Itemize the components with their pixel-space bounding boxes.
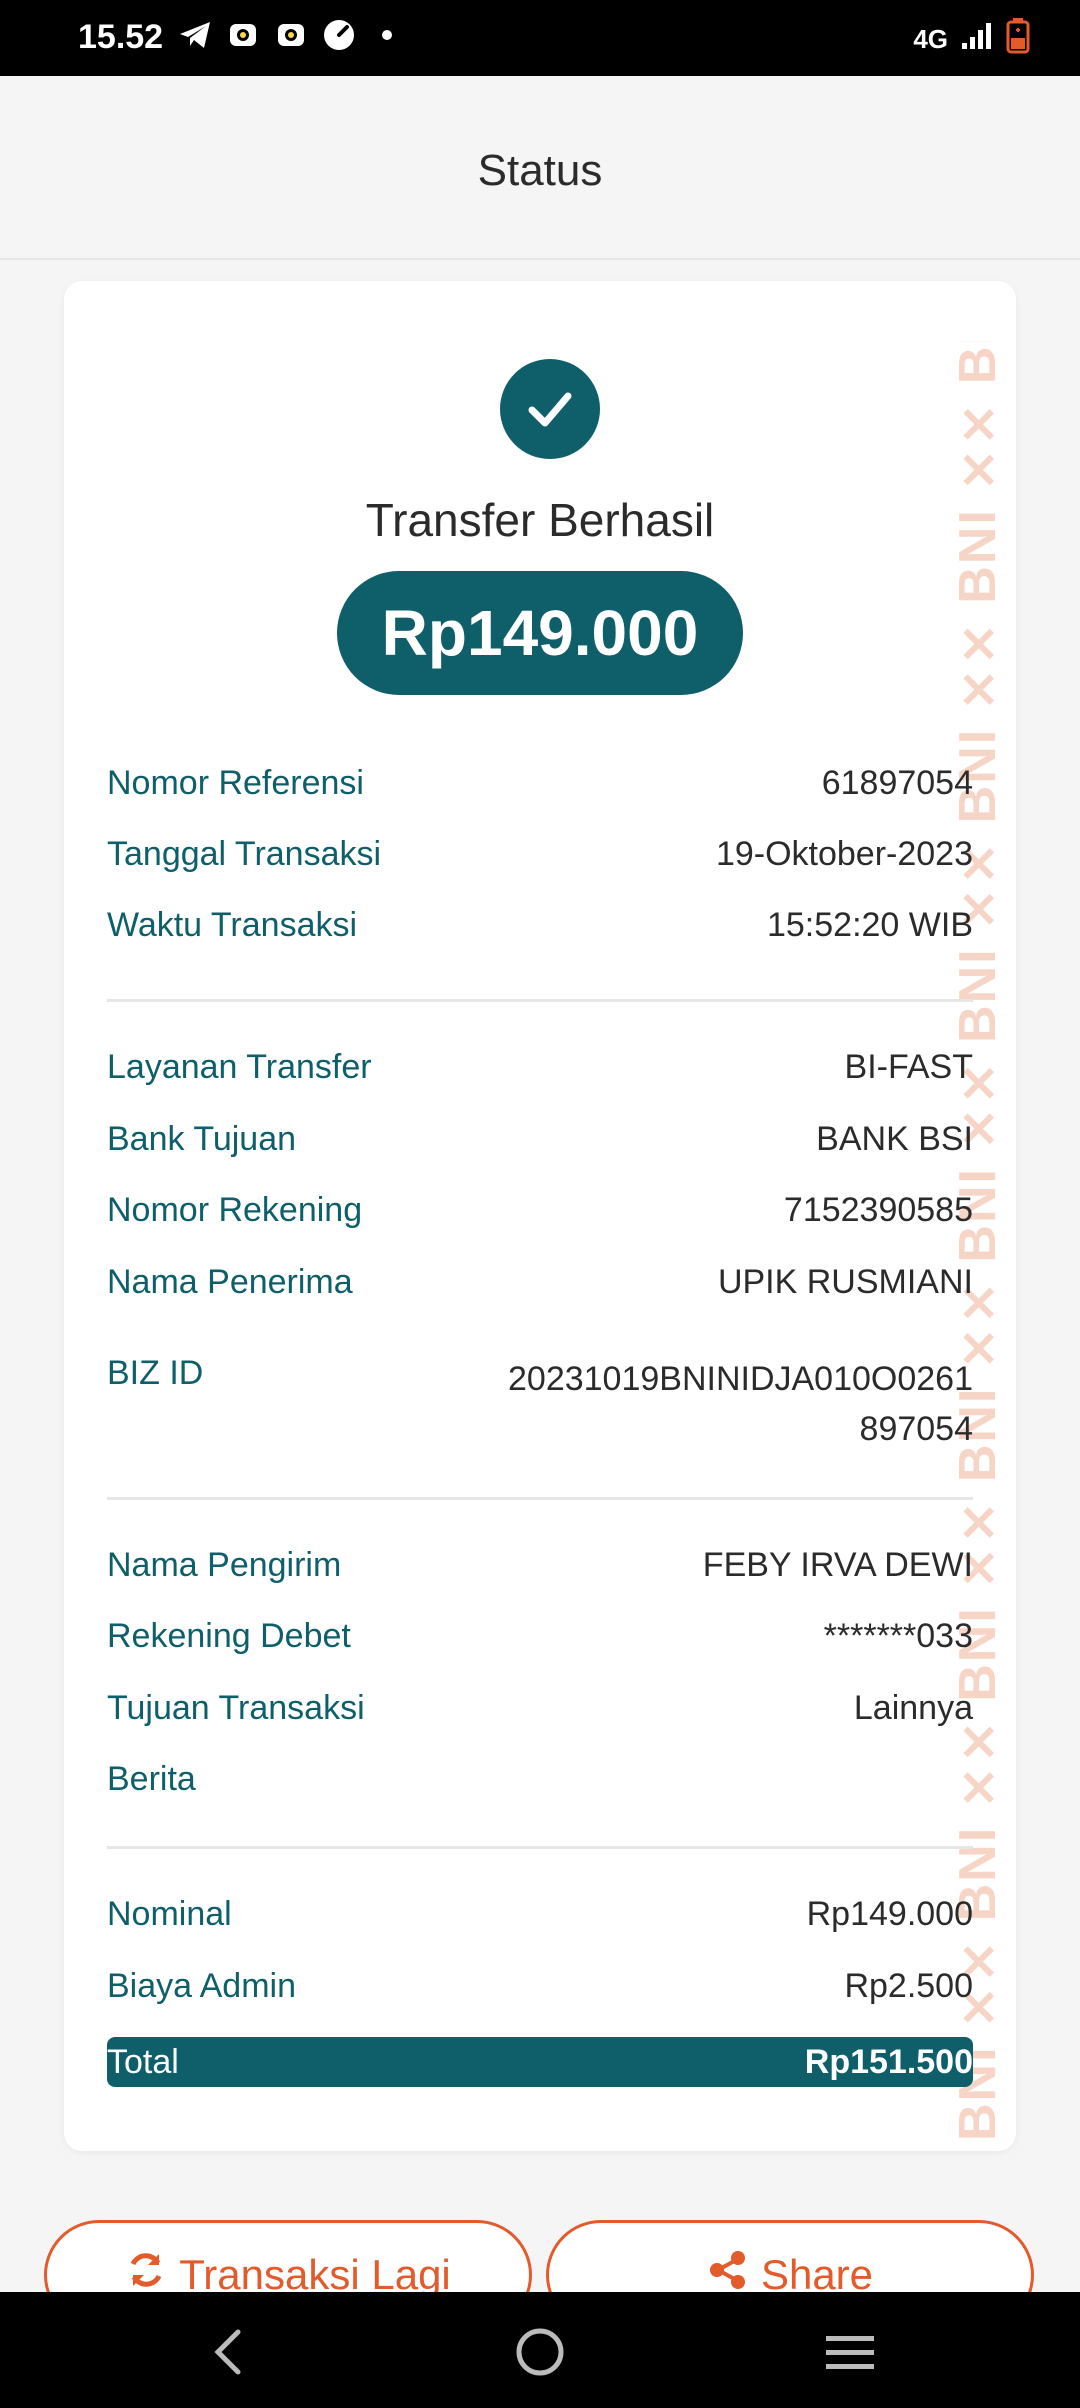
battery-icon <box>1006 18 1030 61</box>
row-value: UPIK RUSMIANI <box>717 1263 973 1301</box>
row-label: Nomor Rekening <box>107 1191 363 1229</box>
back-icon[interactable] <box>198 2322 258 2382</box>
row-value: 19-Oktober-2023 <box>715 835 973 873</box>
success-check-icon <box>500 359 600 459</box>
row-label: BIZ ID <box>107 1354 204 1392</box>
row-value: FEBY IRVA DEWI <box>702 1546 973 1584</box>
signal-icon <box>960 21 994 58</box>
total-bar: Total Rp151.500 <box>107 2037 973 2087</box>
row-label: Berita <box>107 1760 196 1798</box>
telegram-icon <box>178 18 212 52</box>
status-time: 15.52 <box>78 18 164 56</box>
row-label: Nomor Referensi <box>107 764 364 802</box>
row-label: Waktu Transaksi <box>107 906 358 944</box>
app-icon <box>226 18 260 52</box>
bni-watermark: BNI ⨯⨯ BNI ⨯⨯ BNI ⨯⨯ BNI ⨯⨯ BNI ⨯⨯ BNI ⨯… <box>949 341 998 2141</box>
success-title: Transfer Berhasil <box>365 494 715 546</box>
row-label: Biaya Admin <box>107 1967 296 2005</box>
total-value: Rp151.500 <box>804 2043 973 2081</box>
row-value: BANK BSI <box>816 1120 973 1158</box>
row-label: Nama Penerima <box>107 1263 353 1301</box>
row-value: Rp2.500 <box>844 1967 973 2005</box>
system-nav-bar <box>0 2292 1080 2408</box>
row-value: BI-FAST <box>844 1048 973 1086</box>
page-title: Status <box>477 146 603 195</box>
row-label: Tanggal Transaksi <box>107 835 382 873</box>
app-icon <box>274 18 308 52</box>
row-value: 7152390585 <box>783 1191 973 1229</box>
divider <box>107 999 973 1002</box>
amount-badge: Rp149.000 <box>337 571 743 695</box>
row-label: Bank Tujuan <box>107 1120 297 1158</box>
row-value: *******033 <box>823 1617 973 1655</box>
total-label: Total <box>107 2043 179 2081</box>
home-icon[interactable] <box>510 2322 570 2382</box>
row-label: Nominal <box>107 1895 232 1933</box>
menu-icon[interactable] <box>820 2322 880 2382</box>
dot-icon <box>370 18 404 52</box>
row-value: Rp149.000 <box>806 1895 973 1933</box>
network-label: 4G <box>913 24 948 54</box>
receipt-card: BNI ⨯⨯ BNI ⨯⨯ BNI ⨯⨯ BNI ⨯⨯ BNI ⨯⨯ BNI ⨯… <box>64 281 1016 2151</box>
row-label: Rekening Debet <box>107 1617 351 1655</box>
app-header: Status <box>0 76 1080 260</box>
status-bar: 15.52 4G <box>0 0 1080 76</box>
row-value: 15:52:20 WIB <box>766 906 973 944</box>
row-value: Lainnya <box>853 1689 973 1727</box>
speed-icon <box>322 18 356 52</box>
row-value: 20231019BNINIDJA010O0261897054 <box>508 1360 973 1448</box>
row-value: 61897054 <box>821 764 973 802</box>
status-right: 4G <box>913 18 1030 61</box>
row-label: Layanan Transfer <box>107 1048 372 1086</box>
divider <box>107 1846 973 1849</box>
divider <box>107 1497 973 1500</box>
row-label: Tujuan Transaksi <box>107 1689 365 1727</box>
notification-icons <box>178 18 404 52</box>
row-label: Nama Pengirim <box>107 1546 342 1584</box>
